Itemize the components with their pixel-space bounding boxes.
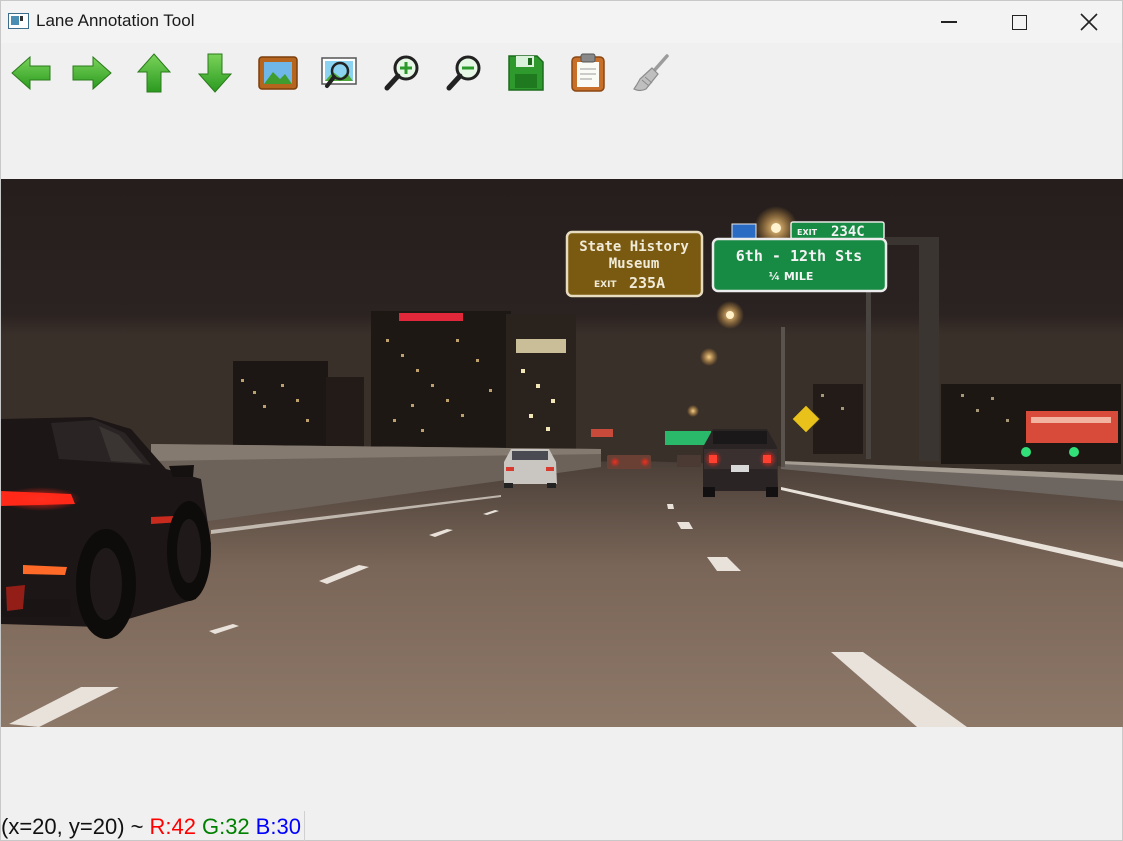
pixel-red-value: R:42 [149,813,196,839]
prev-button[interactable] [9,51,53,95]
up-button[interactable] [132,51,176,95]
image-icon [258,56,298,90]
broom-icon [633,54,669,92]
close-icon [1080,13,1098,31]
next-button[interactable] [70,51,114,95]
zoom-fit-button[interactable] [318,51,362,95]
sign-right-tab-exit-label: EXIT [797,228,818,237]
sign-right-line1: 6th - 12th Sts [736,247,862,265]
sign-left-exit-label: EXIT [594,280,617,290]
arrow-up-icon [136,53,172,93]
zoom-in-icon [384,55,419,91]
clipboard-button[interactable] [566,51,610,95]
minimize-icon [941,21,957,23]
sign-left-line1: State History [579,239,689,255]
clear-button[interactable] [628,51,672,95]
app-window: Lane Annotation Tool State History Museu… [0,0,1123,841]
sign-right-line2: ¼ MILE [769,270,814,283]
arrow-left-icon [11,55,51,91]
zoom-out-button[interactable] [442,51,486,95]
maximize-button[interactable] [984,1,1054,43]
zoom-out-icon [446,55,481,91]
toolbar [1,43,1122,105]
app-icon [8,13,29,29]
title-bar: Lane Annotation Tool [1,1,1122,43]
maximize-icon [1011,14,1027,30]
save-button[interactable] [504,51,548,95]
minimize-button[interactable] [914,1,984,43]
zoom-fit-icon [321,57,357,88]
save-icon [508,55,544,91]
sign-6th-12th: EXIT 234C 6th - 12th Sts ¼ MILE [711,221,888,293]
cursor-coordinates: (x=20, y=20) ~ [1,813,144,839]
road-scene-image: State History Museum EXIT 235A EXIT 234C… [1,179,1123,727]
arrow-right-icon [72,55,112,91]
arrow-down-icon [197,53,233,93]
zoom-in-button[interactable] [380,51,424,95]
sign-right-tab-exit-num: 234C [831,224,865,240]
status-bar: (x=20, y=20) ~ R:42 G:32 B:30 [1,811,305,841]
image-canvas[interactable]: State History Museum EXIT 235A EXIT 234C… [1,179,1123,727]
clipboard-icon [571,53,605,92]
close-button[interactable] [1054,1,1123,43]
sign-left-exit-num: 235A [629,274,665,292]
sign-left-line2: Museum [609,256,660,272]
window-title: Lane Annotation Tool [36,11,195,30]
sign-state-history: State History Museum EXIT 235A [565,230,704,298]
pixel-blue-value: B:30 [255,813,301,839]
down-button[interactable] [193,51,237,95]
open-image-button[interactable] [256,51,300,95]
pixel-green-value: G:32 [201,813,250,839]
